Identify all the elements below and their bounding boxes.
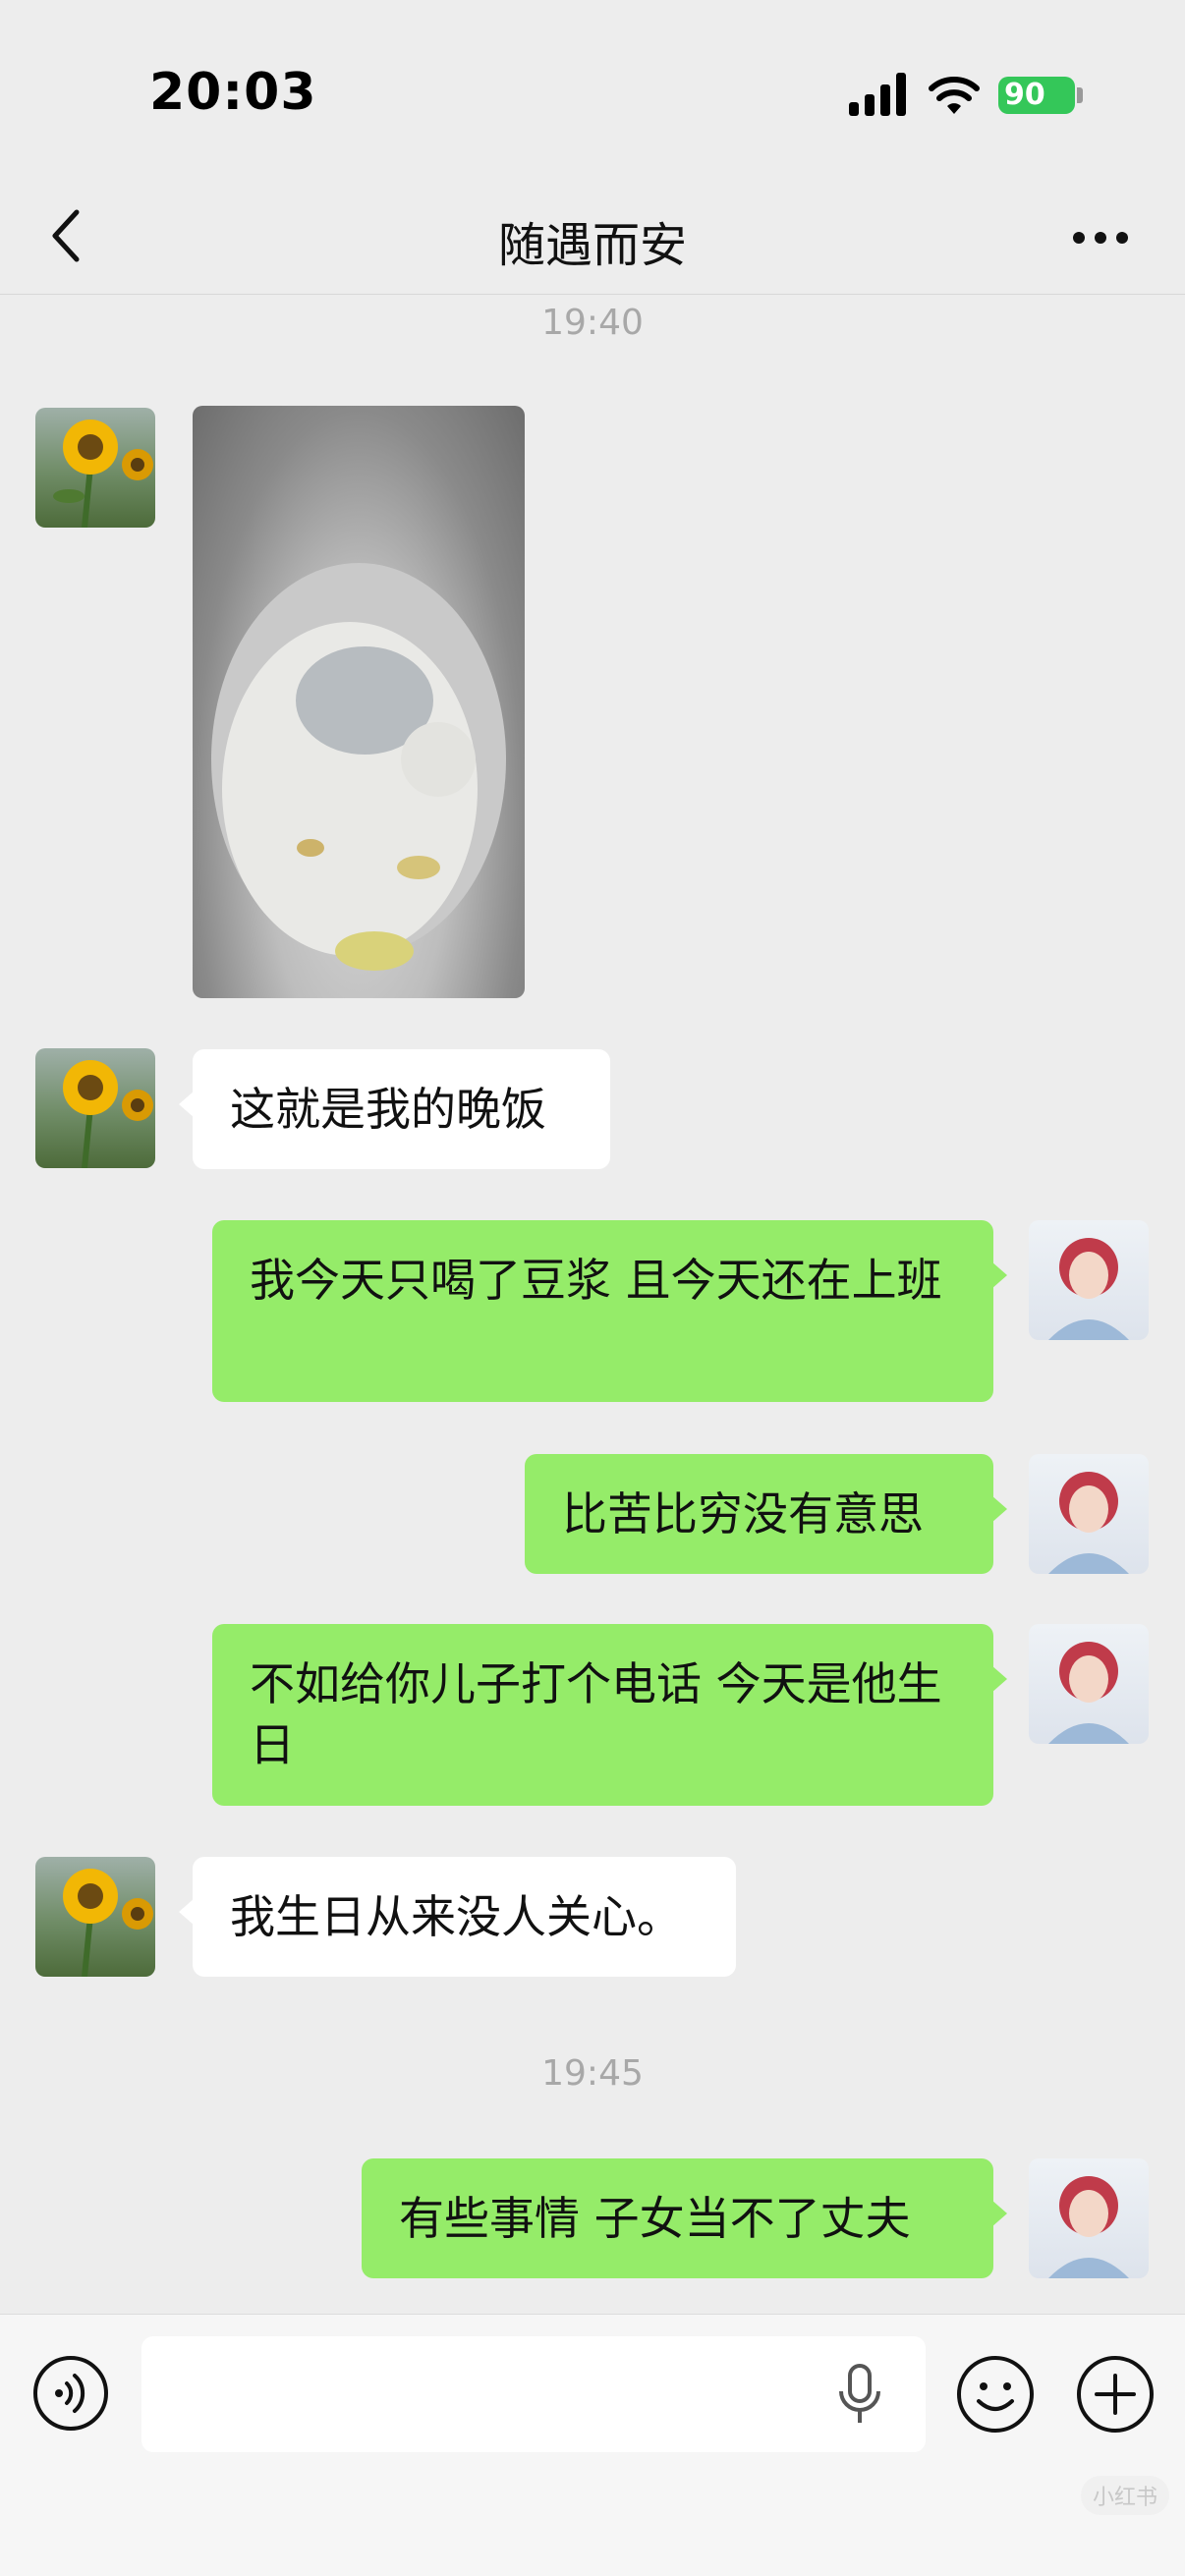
message-received[interactable]: 这就是我的晚饭 [179, 1049, 610, 1169]
chat-header: 随遇而安 [0, 177, 1185, 295]
voice-icon[interactable] [31, 2354, 110, 2433]
sunflower-icon [53, 420, 153, 528]
watermark: 小红书 [1081, 2476, 1170, 2515]
message-sent[interactable]: 我今天只喝了豆浆 且今天还在上班 [212, 1220, 1007, 1402]
person-avatar-icon [1048, 1238, 1129, 1340]
message-sent[interactable]: 有些事情 子女当不了丈夫 [362, 2158, 1007, 2278]
sunflower-icon [63, 1060, 153, 1168]
my-avatar[interactable] [1029, 1624, 1149, 1744]
sunflower-icon [63, 1869, 153, 1977]
wifi-icon [929, 77, 980, 114]
message-input[interactable] [141, 2336, 926, 2452]
timestamp: 19:45 [541, 2053, 644, 2094]
battery-icon [1077, 87, 1083, 103]
input-bar [0, 2314, 1185, 2576]
status-bar: 20:03 90 [0, 0, 1185, 187]
status-time: 20:03 [149, 63, 317, 122]
message-sent[interactable]: 比苦比穷没有意思 [525, 1454, 1007, 1574]
photo-message[interactable] [193, 406, 525, 998]
chat-title: 随遇而安 [497, 218, 687, 273]
contact-avatar[interactable] [35, 408, 155, 528]
message-received[interactable]: 我生日从来没人关心。 [179, 1857, 736, 1977]
more-icon[interactable] [1073, 224, 1132, 248]
my-avatar[interactable] [1029, 2158, 1149, 2278]
contact-avatar[interactable] [35, 1048, 155, 1168]
emoji-icon[interactable] [955, 2354, 1036, 2435]
my-avatar[interactable] [1029, 1454, 1149, 1574]
timestamp: 19:40 [541, 303, 644, 343]
person-avatar-icon [1048, 1472, 1129, 1574]
my-avatar[interactable] [1029, 1220, 1149, 1340]
microphone-icon[interactable] [835, 2364, 884, 2425]
message-sent[interactable]: 不如给你儿子打个电话 今天是他生日 [212, 1624, 1007, 1806]
battery-level: 90 [998, 77, 1075, 114]
contact-avatar[interactable] [35, 1857, 155, 1977]
cellular-signal-icon [849, 73, 908, 116]
person-avatar-icon [1048, 1642, 1129, 1744]
food-photo [211, 563, 506, 971]
person-avatar-icon [1048, 2176, 1129, 2278]
plus-icon[interactable] [1075, 2354, 1156, 2435]
